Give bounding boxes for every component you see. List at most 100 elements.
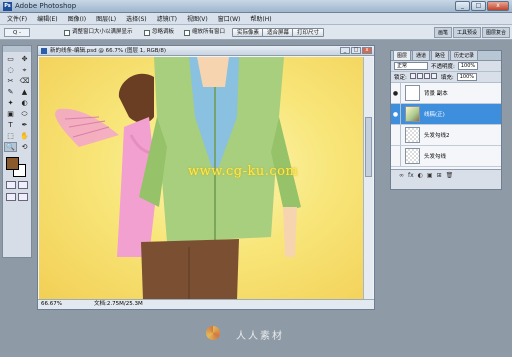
sharpen-tool-icon[interactable]: ▲ xyxy=(18,87,31,97)
layer-row[interactable]: 头发勾线 xyxy=(391,146,501,167)
menu-select[interactable]: 选择(S) xyxy=(121,14,152,23)
eye-icon[interactable] xyxy=(391,125,401,145)
actual-pixels-button[interactable]: 实际像素 xyxy=(232,28,265,37)
marquee-tool-icon[interactable]: ▭ xyxy=(4,54,17,64)
brush-tool-icon[interactable]: ✎ xyxy=(4,87,17,97)
layer-name: 线稿(正) xyxy=(424,112,445,118)
menu-window[interactable]: 窗口(W) xyxy=(213,14,246,23)
eye-icon[interactable]: ● xyxy=(391,83,401,103)
rotate-view-tool-icon[interactable]: ⟲ xyxy=(18,142,31,152)
lock-options xyxy=(409,73,438,81)
zoom-all-windows-checkbox[interactable]: 缩放所有窗口 xyxy=(184,28,225,37)
maximize-button[interactable]: □ xyxy=(471,1,486,11)
standard-mode-icon[interactable] xyxy=(6,181,16,189)
menu-help[interactable]: 帮助(H) xyxy=(245,14,276,23)
checkbox-icon xyxy=(144,29,150,36)
path-selection-tool-icon[interactable]: ⬚ xyxy=(4,131,17,141)
lock-all-icon[interactable] xyxy=(430,73,437,79)
photoshop-icon: Ps xyxy=(3,2,12,11)
layers-panel-footer: ∞ fx ◐ ▣ ⊞ 🗑 xyxy=(391,169,501,180)
shape-tool-icon[interactable]: ⬭ xyxy=(18,109,31,119)
screen-mode-standard-icon[interactable] xyxy=(6,193,16,201)
image-canvas[interactable]: www.cg-ku.com xyxy=(39,57,364,300)
menu-file[interactable]: 文件(F) xyxy=(2,14,32,23)
menu-filter[interactable]: 滤镜(T) xyxy=(152,14,182,23)
zoom-tool-preset[interactable]: Q - xyxy=(4,28,30,37)
scrollbar-thumb[interactable] xyxy=(365,117,372,177)
new-layer-icon[interactable]: ⊞ xyxy=(437,172,442,179)
link-layers-icon[interactable]: ∞ xyxy=(399,172,404,179)
doc-minimize-button[interactable]: _ xyxy=(340,47,350,54)
layer-mask-icon[interactable]: ▣ xyxy=(427,172,433,179)
layer-name: 背景 副本 xyxy=(424,91,448,97)
quick-mask-row xyxy=(3,179,31,191)
tab-layers[interactable]: 图层 xyxy=(393,50,412,60)
tab-channels[interactable]: 通道 xyxy=(412,50,431,60)
menu-layer[interactable]: 图层(L) xyxy=(91,14,121,23)
layer-name: 头发勾线 xyxy=(424,154,447,160)
move-tool-icon[interactable]: ✥ xyxy=(18,54,31,64)
dodge-tool-icon[interactable]: ◐ xyxy=(18,98,31,108)
ignore-palettes-checkbox[interactable]: 忽略调板 xyxy=(144,28,174,37)
menu-image[interactable]: 图像(I) xyxy=(63,14,91,23)
fill-label: 填充: xyxy=(440,75,454,81)
eye-icon[interactable] xyxy=(391,146,401,166)
tab-paths[interactable]: 路径 xyxy=(431,50,450,60)
doc-maximize-button[interactable]: □ xyxy=(351,47,361,54)
girl-hair xyxy=(118,73,154,124)
layer-name: 头发勾线2 xyxy=(424,133,450,139)
menu-view[interactable]: 视图(V) xyxy=(182,14,213,23)
gradient-tool-icon[interactable]: ▣ xyxy=(4,109,17,119)
minimize-button[interactable]: _ xyxy=(455,1,470,11)
crop-tool-icon[interactable]: ✂ xyxy=(4,76,17,86)
doc-close-button[interactable]: x xyxy=(362,47,372,54)
screen-mode-full-icon[interactable] xyxy=(18,193,28,201)
layer-row[interactable]: 头发勾线2 xyxy=(391,125,501,146)
document-icon xyxy=(41,48,47,54)
title-bar: Ps Adobe Photoshop _ □ x xyxy=(0,0,512,13)
eye-icon[interactable]: ● xyxy=(391,104,401,124)
lock-pixels-icon[interactable] xyxy=(416,73,423,79)
options-bar: Q - 调整窗口大小以满屏显示 忽略调板 缩放所有窗口 实际像素 适合屏幕 打印… xyxy=(0,25,512,40)
close-button[interactable]: x xyxy=(487,1,509,11)
quick-mask-mode-icon[interactable] xyxy=(18,181,28,189)
document-title-bar[interactable]: 新的线条-编辑.psd @ 66.7% (图层 1, RGB/8) _ □ x xyxy=(38,46,374,56)
healing-tool-icon[interactable]: ✦ xyxy=(4,98,17,108)
trash-icon[interactable]: 🗑 xyxy=(446,172,454,179)
vertical-scrollbar[interactable] xyxy=(363,57,373,300)
layer-style-icon[interactable]: fx xyxy=(408,172,414,179)
checkbox-icon xyxy=(64,29,70,36)
eraser-tool-icon[interactable]: ⌫ xyxy=(18,76,31,86)
magic-wand-tool-icon[interactable]: ⌖ xyxy=(18,65,31,75)
palette-well: 画笔 工具预设 图层复合 xyxy=(433,27,510,38)
foreground-color-swatch[interactable] xyxy=(6,157,19,170)
lock-position-icon[interactable] xyxy=(423,73,430,79)
opacity-label: 不透明度: xyxy=(431,64,455,70)
zoom-tool-icon[interactable]: 🔍 xyxy=(4,142,17,152)
fill-field[interactable]: 100% xyxy=(456,73,478,81)
lock-transparency-icon[interactable] xyxy=(409,73,416,79)
layer-thumbnail xyxy=(405,127,420,143)
menu-edit[interactable]: 编辑(E) xyxy=(32,14,62,23)
layer-row-selected[interactable]: ● 线稿(正) xyxy=(391,104,501,125)
adjustment-layer-icon[interactable]: ◐ xyxy=(418,172,423,179)
tab-layer-comps[interactable]: 图层复合 xyxy=(481,27,510,38)
toolbox: ▭ ✥ ◌ ⌖ ✂ ⌫ ✎ ▲ ✦ ◐ ▣ ⬭ T ✒ ⬚ ✋ 🔍 ⟲ xyxy=(2,45,32,258)
blend-row: 正常 不透明度: 100% xyxy=(391,61,501,72)
layer-row[interactable]: ● 背景 副本 xyxy=(391,83,501,104)
pen-tool-icon[interactable]: ✒ xyxy=(18,120,31,130)
lasso-tool-icon[interactable]: ◌ xyxy=(4,65,17,75)
blend-mode-select[interactable]: 正常 xyxy=(394,62,428,70)
zoom-level[interactable]: 66.67% xyxy=(41,300,62,309)
tab-brushes[interactable]: 画笔 xyxy=(433,27,452,38)
print-size-button[interactable]: 打印尺寸 xyxy=(292,28,325,37)
type-tool-icon[interactable]: T xyxy=(4,120,17,130)
hand-tool-icon[interactable]: ✋ xyxy=(18,131,31,141)
tab-history[interactable]: 历史记录 xyxy=(450,50,479,60)
opacity-field[interactable]: 100% xyxy=(457,62,479,70)
layer-thumbnail xyxy=(405,85,420,101)
tab-tool-presets[interactable]: 工具预设 xyxy=(452,27,481,38)
resize-windows-checkbox[interactable]: 调整窗口大小以满屏显示 xyxy=(64,28,133,37)
fit-screen-button[interactable]: 适合屏幕 xyxy=(262,28,295,37)
document-size[interactable]: 文档:2.75M/25.3M xyxy=(94,300,143,309)
